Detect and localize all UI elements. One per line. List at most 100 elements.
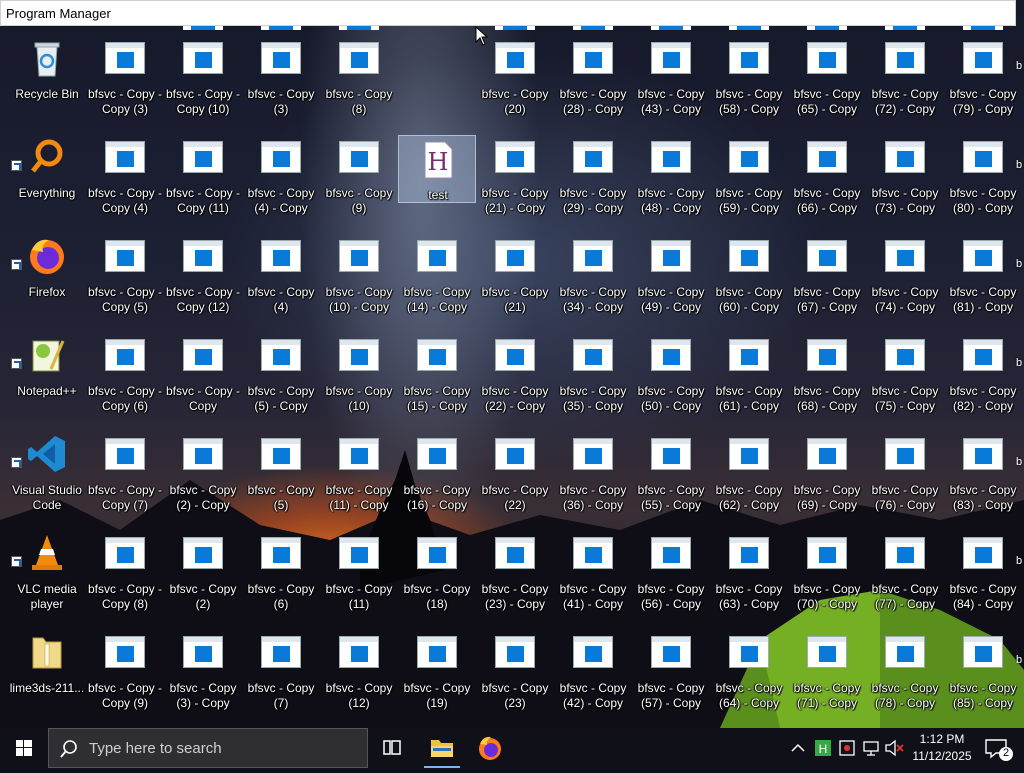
desktop-icon-bfsvc-file[interactable]: bfsvc - Copy (50) - Copy — [632, 327, 710, 419]
desktop-icon-bfsvc-file[interactable]: bfsvc - Copy - Copy — [164, 327, 242, 419]
desktop-icon-bfsvc-file[interactable]: bfsvc - Copy - Copy (12) — [164, 228, 242, 320]
desktop-icon-bfsvc-file[interactable]: bfsvc - Copy (36) - Copy — [554, 426, 632, 518]
taskbar-firefox[interactable] — [470, 728, 510, 768]
desktop-icon-vscode[interactable]: Visual Studio Code — [8, 426, 86, 518]
desktop-icon-bfsvc-file[interactable]: bfsvc - Copy (73) - Copy — [866, 129, 944, 221]
desktop-icon-lime3ds[interactable]: lime3ds-211... — [8, 624, 86, 716]
desktop-icon-bfsvc-file[interactable]: bfsvc - Copy (2) — [164, 525, 242, 617]
desktop-icon-bfsvc-file[interactable]: bfsvc - Copy (15) - Copy — [398, 327, 476, 419]
desktop-icon-bfsvc-file[interactable]: bfsvc - Copy - Copy (9) — [86, 624, 164, 716]
desktop-icon-bfsvc-file[interactable]: bfsvc - Copy (49) - Copy — [632, 228, 710, 320]
desktop-icon-bfsvc-file[interactable]: bfsvc - Copy (48) - Copy — [632, 129, 710, 221]
desktop-icon-bfsvc-file[interactable]: bfsvc - Copy (5) - Copy — [242, 327, 320, 419]
desktop-icon-bfsvc-file[interactable]: bfsvc - Copy (4) - Copy — [242, 129, 320, 221]
desktop-icon-bfsvc-file[interactable]: bfsvc - Copy (3) — [242, 30, 320, 122]
desktop-icon-bfsvc-file[interactable]: bfsvc - Copy (59) - Copy — [710, 129, 788, 221]
desktop-icon-bfsvc-file[interactable]: bfsvc - Copy (18) — [398, 525, 476, 617]
desktop-icon-bfsvc-file[interactable]: bfsvc - Copy (11) - Copy — [320, 426, 398, 518]
desktop-icon-bfsvc-file[interactable]: bfsvc - Copy (72) - Copy — [866, 30, 944, 122]
security-icon[interactable] — [838, 728, 856, 768]
desktop-icon-bfsvc-file[interactable]: bfsvc - Copy (69) - Copy — [788, 426, 866, 518]
desktop-icon-bfsvc-file[interactable]: bfsvc - Copy (16) - Copy — [398, 426, 476, 518]
volume-muted-icon[interactable] — [884, 728, 904, 768]
start-button[interactable] — [0, 728, 48, 768]
desktop-icon-bfsvc-file[interactable]: bfsvc - Copy (22) — [476, 426, 554, 518]
desktop-icon-bfsvc-file[interactable]: bfsvc - Copy - Copy (7) — [86, 426, 164, 518]
desktop-icon-bfsvc-file[interactable]: bfsvc - Copy (10) - Copy — [320, 228, 398, 320]
desktop-icon-bfsvc-file[interactable]: bfsvc - Copy (22) - Copy — [476, 327, 554, 419]
desktop-icon-bfsvc-file[interactable]: bfsvc - Copy (80) - Copy — [944, 129, 1022, 221]
desktop-icon-bfsvc-file[interactable]: bfsvc - Copy (14) - Copy — [398, 228, 476, 320]
desktop-icon-bfsvc-file[interactable]: bfsvc - Copy (28) - Copy — [554, 30, 632, 122]
desktop-icon-bfsvc-file[interactable]: bfsvc - Copy (21) — [476, 228, 554, 320]
desktop-icon-bfsvc-file[interactable]: bfsvc - Copy (62) - Copy — [710, 426, 788, 518]
desktop-icon-bfsvc-file[interactable]: bfsvc - Copy (84) - Copy — [944, 525, 1022, 617]
taskbar-clock[interactable]: 1:12 PM 11/12/2025 — [902, 731, 982, 765]
desktop-icon-firefox[interactable]: Firefox — [8, 228, 86, 320]
green-h-app-icon[interactable]: H — [814, 728, 832, 768]
desktop-icon-notepadpp[interactable]: Notepad++ — [8, 327, 86, 419]
desktop-icon-bfsvc-file[interactable]: bfsvc - Copy - Copy (8) — [86, 525, 164, 617]
desktop-icon-bfsvc-file[interactable]: bfsvc - Copy (23) - Copy — [476, 525, 554, 617]
task-view-button[interactable] — [376, 728, 408, 768]
desktop-icon-bfsvc-file[interactable]: bfsvc - Copy (8) — [320, 30, 398, 122]
desktop-icon-bfsvc-file[interactable]: bfsvc - Copy (64) - Copy — [710, 624, 788, 716]
network-icon[interactable] — [862, 728, 880, 768]
desktop-icon-bfsvc-file[interactable]: bfsvc - Copy (68) - Copy — [788, 327, 866, 419]
desktop-icon-bfsvc-file[interactable]: bfsvc - Copy (61) - Copy — [710, 327, 788, 419]
desktop-icon-bfsvc-file[interactable]: bfsvc - Copy (41) - Copy — [554, 525, 632, 617]
desktop-icon-bfsvc-file[interactable]: bfsvc - Copy (12) — [320, 624, 398, 716]
desktop-icon-bfsvc-file[interactable]: bfsvc - Copy (21) - Copy — [476, 129, 554, 221]
desktop-icon-bfsvc-file[interactable]: bfsvc - Copy (63) - Copy — [710, 525, 788, 617]
desktop-icon-bfsvc-file[interactable]: bfsvc - Copy (74) - Copy — [866, 228, 944, 320]
desktop-icon-bfsvc-file[interactable]: bfsvc - Copy (60) - Copy — [710, 228, 788, 320]
taskbar-search-box[interactable]: Type here to search — [48, 728, 368, 768]
desktop-icon-vlc[interactable]: VLC media player — [8, 525, 86, 617]
desktop-icon-bfsvc-file[interactable]: bfsvc - Copy (82) - Copy — [944, 327, 1022, 419]
desktop-icon-bfsvc-file[interactable]: bfsvc - Copy (34) - Copy — [554, 228, 632, 320]
desktop-icon-recycle-bin[interactable]: Recycle Bin — [8, 30, 86, 122]
desktop-icon-bfsvc-file[interactable]: bfsvc - Copy (65) - Copy — [788, 30, 866, 122]
action-center-button[interactable]: 2 — [982, 728, 1016, 768]
desktop-icon-bfsvc-file[interactable]: bfsvc - Copy (20) — [476, 30, 554, 122]
desktop-icon-bfsvc-file[interactable]: bfsvc - Copy (43) - Copy — [632, 30, 710, 122]
desktop-icon-bfsvc-file[interactable]: bfsvc - Copy (29) - Copy — [554, 129, 632, 221]
desktop-icon-bfsvc-file[interactable]: bfsvc - Copy (6) — [242, 525, 320, 617]
desktop-icon-bfsvc-file[interactable]: bfsvc - Copy (81) - Copy — [944, 228, 1022, 320]
desktop-icon-bfsvc-file[interactable]: bfsvc - Copy - Copy (4) — [86, 129, 164, 221]
desktop-icon-bfsvc-file[interactable]: bfsvc - Copy (58) - Copy — [710, 30, 788, 122]
desktop-icon-bfsvc-file[interactable]: bfsvc - Copy (4) — [242, 228, 320, 320]
desktop-icon-bfsvc-file[interactable]: bfsvc - Copy (75) - Copy — [866, 327, 944, 419]
desktop-icon-bfsvc-file[interactable]: bfsvc - Copy (42) - Copy — [554, 624, 632, 716]
desktop-icon-bfsvc-file[interactable]: bfsvc - Copy (5) — [242, 426, 320, 518]
desktop-icon-bfsvc-file[interactable]: bfsvc - Copy (9) — [320, 129, 398, 221]
desktop-icon-bfsvc-file[interactable]: bfsvc - Copy (55) - Copy — [632, 426, 710, 518]
desktop-icon-bfsvc-file[interactable]: bfsvc - Copy (76) - Copy — [866, 426, 944, 518]
desktop-icon-bfsvc-file[interactable]: bfsvc - Copy (2) - Copy — [164, 426, 242, 518]
desktop-icon-bfsvc-file[interactable]: bfsvc - Copy (23) — [476, 624, 554, 716]
desktop-icon-bfsvc-file[interactable]: bfsvc - Copy (78) - Copy — [866, 624, 944, 716]
desktop-icon-bfsvc-file[interactable]: bfsvc - Copy (7) — [242, 624, 320, 716]
desktop-icon-bfsvc-file[interactable]: bfsvc - Copy (85) - Copy — [944, 624, 1022, 716]
desktop-icon-bfsvc-file[interactable]: bfsvc - Copy - Copy (5) — [86, 228, 164, 320]
chevron-up-icon[interactable] — [790, 728, 806, 768]
desktop-icon-bfsvc-file[interactable]: bfsvc - Copy (71) - Copy — [788, 624, 866, 716]
desktop-icon-bfsvc-file[interactable]: bfsvc - Copy (77) - Copy — [866, 525, 944, 617]
desktop-icon-test-file[interactable]: H test — [398, 135, 476, 203]
desktop-icon-bfsvc-file[interactable]: bfsvc - Copy (3) - Copy — [164, 624, 242, 716]
desktop-icon-bfsvc-file[interactable]: bfsvc - Copy (57) - Copy — [632, 624, 710, 716]
desktop-icon-bfsvc-file[interactable]: bfsvc - Copy (35) - Copy — [554, 327, 632, 419]
desktop-icon-bfsvc-file[interactable]: bfsvc - Copy (67) - Copy — [788, 228, 866, 320]
desktop-icon-bfsvc-file[interactable]: bfsvc - Copy (10) — [320, 327, 398, 419]
taskbar-file-explorer[interactable] — [422, 728, 462, 768]
desktop-icon-bfsvc-file[interactable]: bfsvc - Copy (83) - Copy — [944, 426, 1022, 518]
desktop-icon-bfsvc-file[interactable]: bfsvc - Copy (56) - Copy — [632, 525, 710, 617]
desktop-icon-bfsvc-file[interactable]: bfsvc - Copy (66) - Copy — [788, 129, 866, 221]
desktop-icon-bfsvc-file[interactable]: bfsvc - Copy - Copy (6) — [86, 327, 164, 419]
desktop-icon-bfsvc-file[interactable]: bfsvc - Copy (11) — [320, 525, 398, 617]
desktop-icon-bfsvc-file[interactable]: bfsvc - Copy (19) — [398, 624, 476, 716]
desktop-icon-bfsvc-file[interactable]: bfsvc - Copy - Copy (10) — [164, 30, 242, 122]
desktop-icon-bfsvc-file[interactable]: bfsvc - Copy (79) - Copy — [944, 30, 1022, 122]
desktop-icon-bfsvc-file[interactable]: bfsvc - Copy (70) - Copy — [788, 525, 866, 617]
desktop-icon-bfsvc-file[interactable]: bfsvc - Copy - Copy (11) — [164, 129, 242, 221]
